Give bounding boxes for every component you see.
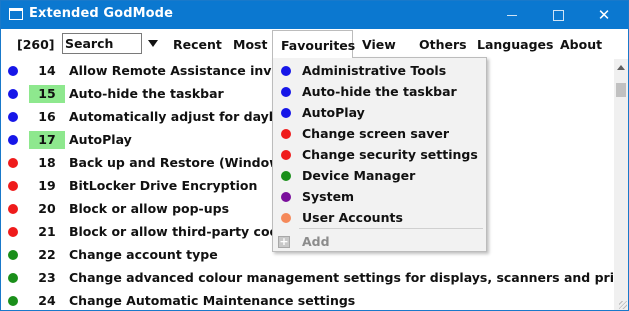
item-label: Block or allow pop-ups (69, 201, 230, 216)
minimize-button[interactable] (489, 1, 535, 29)
item-label: Block or allow third-party cookies (69, 224, 307, 239)
category-dot-icon (8, 204, 18, 214)
menu-recent[interactable]: Recent (173, 37, 222, 52)
item-label: Auto-hide the taskbar (69, 86, 224, 101)
item-number: 22 (38, 247, 56, 262)
item-number: 19 (38, 178, 56, 193)
category-dot-icon (281, 66, 291, 76)
item-number: 16 (38, 109, 56, 124)
maximize-icon (552, 9, 564, 21)
item-number: 24 (38, 293, 56, 308)
category-dot-icon (8, 158, 18, 168)
menu-favourites-label: Favourites (281, 38, 356, 53)
menu-separator (299, 228, 483, 229)
category-dot-icon (8, 181, 18, 191)
item-number: 21 (38, 224, 56, 239)
vertical-scrollbar[interactable] (614, 59, 628, 310)
category-dot-icon (8, 296, 18, 306)
item-label: AutoPlay (69, 132, 132, 147)
category-dot-icon (8, 273, 18, 283)
favourites-menu-item[interactable]: Change screen saver (273, 123, 486, 144)
favourites-item-label: AutoPlay (302, 105, 365, 120)
item-number: 18 (38, 155, 56, 170)
item-label: Automatically adjust for daylight (69, 109, 302, 124)
favourites-item-label: Auto-hide the taskbar (302, 84, 457, 99)
favourites-menu-item[interactable]: User Accounts (273, 207, 486, 228)
item-number: 15 (29, 85, 65, 103)
favourites-menu-item[interactable]: Administrative Tools (273, 60, 486, 81)
favourites-menu-item[interactable]: Auto-hide the taskbar (273, 81, 486, 102)
category-dot-icon (8, 250, 18, 260)
window-title: Extended GodMode (29, 6, 174, 21)
close-button[interactable]: ✕ (581, 1, 627, 29)
favourites-item-label: Administrative Tools (302, 63, 447, 78)
favourites-menu-item[interactable]: Change security settings (273, 144, 486, 165)
favourites-dropdown-menu: + Add Administrative Tools Auto-hide the … (272, 57, 487, 252)
category-dot-icon (8, 66, 18, 76)
search-input[interactable]: Search (62, 33, 142, 54)
category-dot-icon (281, 129, 291, 139)
favourites-add-label: Add (302, 234, 330, 249)
category-dot-icon (281, 213, 291, 223)
category-dot-icon (8, 89, 18, 99)
add-icon: + (278, 235, 290, 248)
favourites-add-item[interactable]: + Add (273, 231, 486, 252)
favourites-item-label: User Accounts (302, 210, 403, 225)
favourites-menu-item[interactable]: Device Manager (273, 165, 486, 186)
menu-most[interactable]: Most (233, 37, 267, 52)
search-dropdown-icon[interactable] (148, 40, 158, 47)
menu-view[interactable]: View (362, 37, 396, 52)
scroll-up-icon[interactable] (617, 65, 625, 70)
category-dot-icon (281, 150, 291, 160)
menu-about[interactable]: About (560, 37, 602, 52)
item-label: BitLocker Drive Encryption (69, 178, 258, 193)
category-dot-icon (8, 227, 18, 237)
list-item[interactable]: 23 Change advanced colour management sett… (1, 266, 628, 289)
favourites-item-label: Change security settings (302, 147, 478, 162)
favourites-menu-item[interactable]: System (273, 186, 486, 207)
list-item[interactable]: 24 Change Automatic Maintenance settings (1, 289, 615, 310)
title-bar[interactable]: Extended GodMode ✕ (1, 1, 628, 29)
favourites-item-label: Device Manager (302, 168, 416, 183)
category-dot-icon (281, 108, 291, 118)
scrollbar-thumb[interactable] (616, 83, 626, 97)
menu-languages[interactable]: Languages (477, 37, 553, 52)
menu-others[interactable]: Others (419, 37, 467, 52)
category-dot-icon (281, 87, 291, 97)
item-number: 17 (29, 131, 65, 149)
category-dot-icon (8, 112, 18, 122)
item-count: [260] (17, 37, 55, 52)
favourites-item-label: System (302, 189, 355, 204)
app-window: Extended GodMode ✕ [260] Search Recent M… (0, 0, 629, 311)
item-label: Change account type (69, 247, 218, 262)
favourites-item-label: Change screen saver (302, 126, 450, 141)
item-number: 14 (38, 63, 56, 78)
category-dot-icon (8, 135, 18, 145)
app-window-icon (9, 8, 23, 20)
category-dot-icon (281, 192, 291, 202)
item-number: 23 (38, 270, 56, 285)
category-dot-icon (281, 171, 291, 181)
item-label: Change advanced colour management settin… (69, 270, 629, 285)
item-label: Change Automatic Maintenance settings (69, 293, 356, 308)
minimize-icon (507, 14, 517, 16)
menu-favourites[interactable]: Favourites (272, 30, 356, 58)
favourites-menu-item[interactable]: AutoPlay (273, 102, 486, 123)
item-number: 20 (38, 201, 56, 216)
maximize-button[interactable] (535, 1, 581, 29)
resize-grip-icon[interactable] (619, 301, 627, 309)
